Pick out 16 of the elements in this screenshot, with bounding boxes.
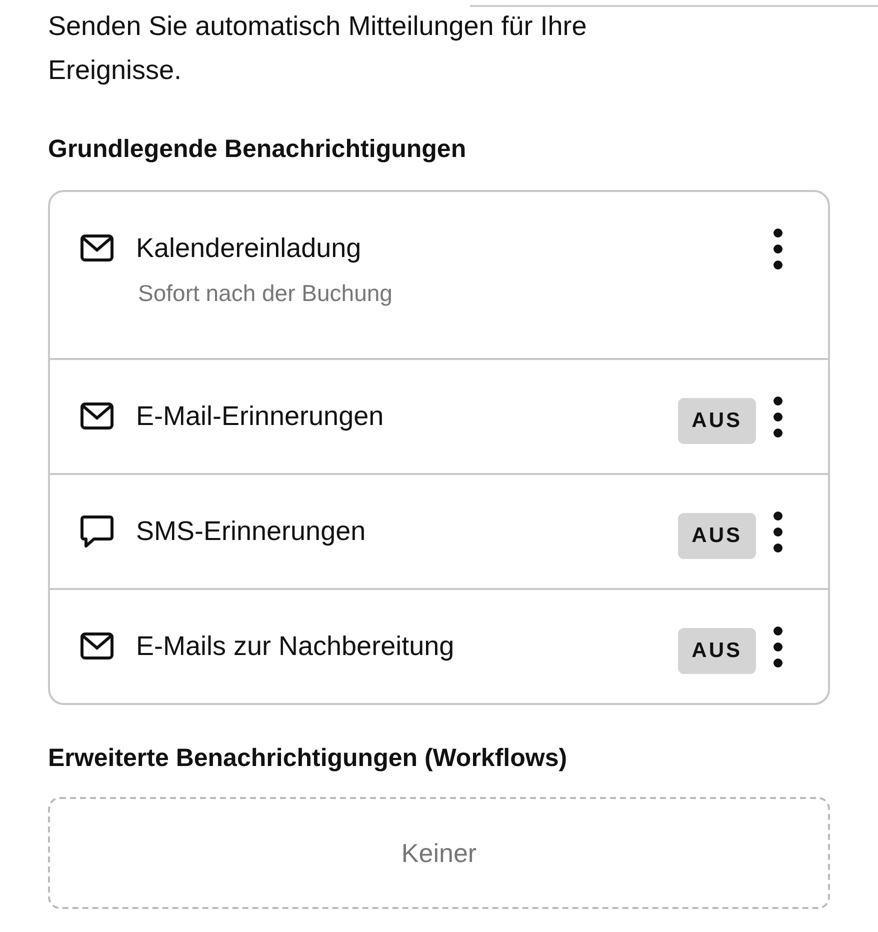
section-heading: Erweiterte Benachrichtigungen (Workflows) [48,743,568,774]
mail-icon [80,632,114,660]
mail-icon [80,234,114,262]
chat-icon [80,514,114,548]
empty-text: Keiner [401,838,477,868]
mail-icon [80,402,114,430]
notification-title: E-Mail-Erinnerungen [136,400,384,432]
notification-title: SMS-Erinnerungen [136,516,366,546]
status-badge: AUS [678,513,756,559]
status-badge: AUS [678,398,756,444]
status-badge: AUS [678,628,756,674]
notification-title: E-Mails zur Nachbereitung [136,630,454,662]
notification-subtitle: Sofort nach der Buchung [138,280,394,307]
intro-text: Senden Sie automatisch Mitteilungen für Ihre Ereignisse. [48,10,588,87]
notification-title: Kalendereinladung [136,232,362,264]
section-heading: Grundlegende Benachrichtigungen [48,134,468,165]
